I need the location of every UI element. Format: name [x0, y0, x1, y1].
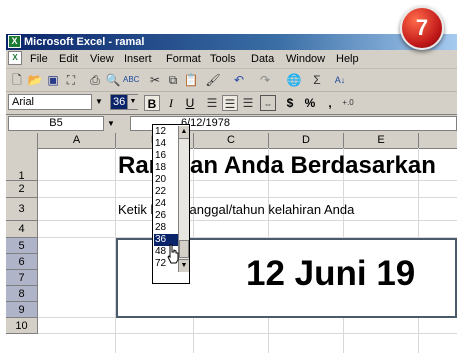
row-header-6[interactable]: 6: [6, 254, 38, 270]
formula-bar: B5 ▼ 6/12/1978: [6, 115, 457, 134]
scroll-thumb[interactable]: [179, 240, 189, 258]
new-icon[interactable]: 🗋: [9, 72, 25, 88]
row-header-4[interactable]: 4: [6, 221, 38, 238]
scroll-down-icon[interactable]: ▼: [179, 259, 189, 272]
menu-window[interactable]: Window: [286, 52, 325, 66]
font-size-option[interactable]: 28: [154, 222, 178, 234]
menu-file[interactable]: File: [30, 52, 48, 66]
font-size-option[interactable]: 20: [154, 174, 178, 186]
menu-help[interactable]: Help: [336, 52, 359, 66]
print-icon[interactable]: ⎙: [87, 72, 103, 88]
row-header-5[interactable]: 5: [6, 238, 38, 254]
excel-window: X Microsoft Excel - ramal X File Edit Vi…: [6, 34, 457, 353]
save-icon[interactable]: ▣: [45, 72, 61, 88]
increase-decimal-icon[interactable]: +.0: [340, 95, 356, 111]
row-header-1[interactable]: 1: [6, 148, 38, 182]
italic-button[interactable]: I: [163, 95, 179, 111]
hand-cursor-icon: [167, 244, 179, 264]
format-painter-icon[interactable]: 🖌: [205, 72, 221, 88]
column-header-d[interactable]: D: [269, 133, 344, 148]
cell-b5-date[interactable]: 12 Juni 19: [246, 254, 415, 294]
undo-icon[interactable]: ↶: [231, 72, 247, 88]
permission-icon[interactable]: ⛶: [63, 72, 79, 88]
menu-data[interactable]: Data: [251, 52, 274, 66]
redo-icon[interactable]: ↷: [257, 72, 273, 88]
window-title: Microsoft Excel - ramal: [24, 36, 145, 48]
step-number-badge: 7: [400, 6, 444, 50]
paste-icon[interactable]: 📋: [183, 72, 199, 88]
percent-button[interactable]: %: [302, 95, 318, 111]
column-headers: A B C D E: [6, 133, 457, 149]
font-size-option[interactable]: 12: [154, 126, 178, 138]
select-all-corner[interactable]: [6, 133, 38, 148]
hyperlink-icon[interactable]: 🌐: [286, 72, 302, 88]
font-size-dropdown-icon[interactable]: ▼: [127, 95, 138, 109]
sort-icon[interactable]: A↓: [332, 72, 348, 88]
open-icon[interactable]: 📂: [27, 72, 43, 88]
excel-app-icon: X: [8, 35, 21, 48]
workbook-icon[interactable]: X: [8, 51, 22, 65]
row-header-3[interactable]: 3: [6, 198, 38, 221]
copy-icon[interactable]: ⧉: [165, 72, 181, 88]
print-preview-icon[interactable]: 🔍: [105, 72, 121, 88]
column-header-a[interactable]: A: [38, 133, 116, 148]
font-size-option[interactable]: 22: [154, 186, 178, 198]
gridline: [38, 197, 457, 198]
scroll-up-icon[interactable]: ▲: [179, 126, 189, 139]
menu-format[interactable]: Format: [166, 52, 201, 66]
standard-toolbar: 🗋 📂 ▣ ⛶ ⎙ 🔍 ABC ✂ ⧉ 📋 🖌 ↶ ↷ 🌐 Σ A↓: [6, 69, 457, 92]
column-header-c[interactable]: C: [194, 133, 269, 148]
font-size-option[interactable]: 26: [154, 210, 178, 222]
cut-icon[interactable]: ✂: [147, 72, 163, 88]
gridline: [38, 333, 457, 334]
font-size-box[interactable]: 36 ▼: [110, 94, 138, 110]
gridline: [38, 220, 457, 221]
row-header-9[interactable]: 9: [6, 302, 38, 318]
menu-view[interactable]: View: [90, 52, 114, 66]
column-header-e[interactable]: E: [344, 133, 419, 148]
column-header-f[interactable]: [419, 133, 457, 148]
name-box-dropdown-icon[interactable]: ▼: [106, 116, 116, 131]
title-bar: X Microsoft Excel - ramal: [6, 34, 457, 50]
font-size-option[interactable]: 16: [154, 150, 178, 162]
menu-insert[interactable]: Insert: [124, 52, 152, 66]
bold-button[interactable]: B: [144, 95, 160, 111]
worksheet-grid[interactable]: A B C D E 1 2 3 4 5 6 7 8 9 10 Ramal: [6, 133, 457, 353]
align-center-icon[interactable]: ☰: [222, 95, 238, 111]
align-right-icon[interactable]: ☰: [240, 95, 256, 111]
font-size-option[interactable]: 14: [154, 138, 178, 150]
currency-button[interactable]: $: [282, 95, 298, 111]
font-name-dropdown-icon[interactable]: ▼: [92, 94, 106, 110]
formatting-toolbar: Arial ▼ 36 ▼ B I U ☰ ☰ ☰ ⇔ $ % , +.0: [6, 92, 457, 115]
spelling-icon[interactable]: ABC: [123, 72, 139, 88]
font-name-box[interactable]: Arial: [8, 94, 92, 110]
autosum-icon[interactable]: Σ: [309, 72, 325, 88]
menu-edit[interactable]: Edit: [59, 52, 78, 66]
name-box[interactable]: B5: [8, 116, 104, 131]
row-header-10[interactable]: 10: [6, 318, 38, 334]
merge-center-icon[interactable]: ⇔: [260, 95, 276, 111]
row-header-8[interactable]: 8: [6, 286, 38, 302]
align-left-icon[interactable]: ☰: [204, 95, 220, 111]
menu-bar: X File Edit View Insert Format Tools Dat…: [6, 50, 457, 69]
menu-tools[interactable]: Tools: [210, 52, 236, 66]
underline-button[interactable]: U: [182, 95, 198, 111]
row-header-7[interactable]: 7: [6, 270, 38, 286]
font-size-option[interactable]: 24: [154, 198, 178, 210]
comma-button[interactable]: ,: [322, 95, 338, 111]
font-size-option[interactable]: 18: [154, 162, 178, 174]
row-header-2[interactable]: 2: [6, 181, 38, 198]
